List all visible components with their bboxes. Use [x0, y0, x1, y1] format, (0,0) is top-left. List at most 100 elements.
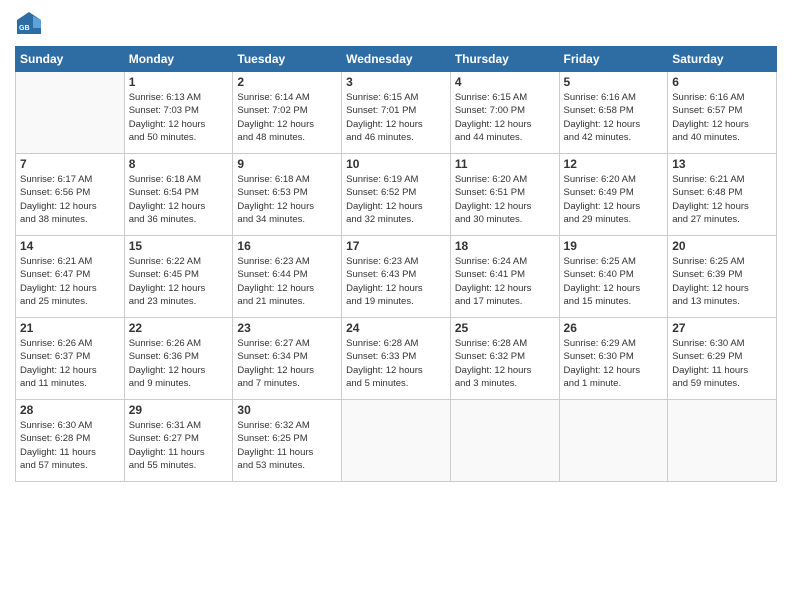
day-number: 12	[564, 157, 664, 171]
day-number: 11	[455, 157, 555, 171]
col-header-thursday: Thursday	[450, 47, 559, 72]
calendar-cell	[450, 400, 559, 482]
calendar-cell: 20Sunrise: 6:25 AM Sunset: 6:39 PM Dayli…	[668, 236, 777, 318]
day-info: Sunrise: 6:15 AM Sunset: 7:00 PM Dayligh…	[455, 91, 555, 144]
day-number: 25	[455, 321, 555, 335]
day-number: 3	[346, 75, 446, 89]
day-info: Sunrise: 6:26 AM Sunset: 6:37 PM Dayligh…	[20, 337, 120, 390]
calendar-cell: 12 Sunrise: 6:20 AM Sunset: 6:49 PM Dayli…	[559, 154, 668, 236]
calendar-cell: 9 Sunrise: 6:18 AM Sunset: 6:53 PM Daylig…	[233, 154, 342, 236]
calendar-cell: 15 Sunrise: 6:22 AM Sunset: 6:45 PM Dayli…	[124, 236, 233, 318]
calendar-week-4: 21 Sunrise: 6:26 AM Sunset: 6:37 PM Dayli…	[16, 318, 777, 400]
calendar-cell: 19Sunrise: 6:25 AM Sunset: 6:40 PM Dayli…	[559, 236, 668, 318]
day-info: Sunrise: 6:32 AM Sunset: 6:25 PM Dayligh…	[237, 419, 337, 472]
day-number: 8	[129, 157, 229, 171]
calendar-cell: 16 Sunrise: 6:23 AM Sunset: 6:44 PM Dayli…	[233, 236, 342, 318]
calendar-week-1: 1 Sunrise: 6:13 AM Sunset: 7:03 PM Daylig…	[16, 72, 777, 154]
calendar-cell: 13Sunrise: 6:21 AM Sunset: 6:48 PM Dayli…	[668, 154, 777, 236]
calendar-cell	[559, 400, 668, 482]
day-number: 21	[20, 321, 120, 335]
header: GB	[15, 10, 777, 38]
calendar-cell: 2 Sunrise: 6:14 AM Sunset: 7:02 PM Daylig…	[233, 72, 342, 154]
calendar-cell: 21 Sunrise: 6:26 AM Sunset: 6:37 PM Dayli…	[16, 318, 125, 400]
day-number: 10	[346, 157, 446, 171]
day-info: Sunrise: 6:27 AM Sunset: 6:34 PM Dayligh…	[237, 337, 337, 390]
calendar-cell: 11 Sunrise: 6:20 AM Sunset: 6:51 PM Dayli…	[450, 154, 559, 236]
day-info: Sunrise: 6:18 AM Sunset: 6:53 PM Dayligh…	[237, 173, 337, 226]
day-number: 7	[20, 157, 120, 171]
calendar-header-row: SundayMondayTuesdayWednesdayThursdayFrid…	[16, 47, 777, 72]
logo-icon: GB	[15, 10, 43, 38]
day-info: Sunrise: 6:20 AM Sunset: 6:51 PM Dayligh…	[455, 173, 555, 226]
calendar-cell: 3 Sunrise: 6:15 AM Sunset: 7:01 PM Daylig…	[342, 72, 451, 154]
calendar-cell	[668, 400, 777, 482]
day-info: Sunrise: 6:19 AM Sunset: 6:52 PM Dayligh…	[346, 173, 446, 226]
day-info: Sunrise: 6:20 AM Sunset: 6:49 PM Dayligh…	[564, 173, 664, 226]
day-number: 28	[20, 403, 120, 417]
day-number: 9	[237, 157, 337, 171]
day-number: 26	[564, 321, 664, 335]
calendar-cell	[342, 400, 451, 482]
day-info: Sunrise: 6:17 AM Sunset: 6:56 PM Dayligh…	[20, 173, 120, 226]
day-number: 4	[455, 75, 555, 89]
day-number: 27	[672, 321, 772, 335]
day-number: 14	[20, 239, 120, 253]
calendar-cell: 26Sunrise: 6:29 AM Sunset: 6:30 PM Dayli…	[559, 318, 668, 400]
day-number: 19	[564, 239, 664, 253]
calendar-week-2: 7 Sunrise: 6:17 AM Sunset: 6:56 PM Daylig…	[16, 154, 777, 236]
logo: GB	[15, 10, 47, 38]
day-number: 22	[129, 321, 229, 335]
calendar-cell: 14Sunrise: 6:21 AM Sunset: 6:47 PM Dayli…	[16, 236, 125, 318]
day-number: 6	[672, 75, 772, 89]
calendar-cell: 17Sunrise: 6:23 AM Sunset: 6:43 PM Dayli…	[342, 236, 451, 318]
calendar-cell: 1 Sunrise: 6:13 AM Sunset: 7:03 PM Daylig…	[124, 72, 233, 154]
day-info: Sunrise: 6:31 AM Sunset: 6:27 PM Dayligh…	[129, 419, 229, 472]
day-number: 1	[129, 75, 229, 89]
day-number: 15	[129, 239, 229, 253]
day-number: 13	[672, 157, 772, 171]
calendar-cell: 25 Sunrise: 6:28 AM Sunset: 6:32 PM Dayli…	[450, 318, 559, 400]
day-info: Sunrise: 6:13 AM Sunset: 7:03 PM Dayligh…	[129, 91, 229, 144]
day-info: Sunrise: 6:23 AM Sunset: 6:44 PM Dayligh…	[237, 255, 337, 308]
calendar-cell: 7 Sunrise: 6:17 AM Sunset: 6:56 PM Daylig…	[16, 154, 125, 236]
calendar-cell: 6 Sunrise: 6:16 AM Sunset: 6:57 PM Daylig…	[668, 72, 777, 154]
col-header-friday: Friday	[559, 47, 668, 72]
day-number: 29	[129, 403, 229, 417]
col-header-saturday: Saturday	[668, 47, 777, 72]
day-number: 16	[237, 239, 337, 253]
day-number: 20	[672, 239, 772, 253]
calendar-cell: 18 Sunrise: 6:24 AM Sunset: 6:41 PM Dayli…	[450, 236, 559, 318]
day-info: Sunrise: 6:30 AM Sunset: 6:28 PM Dayligh…	[20, 419, 120, 472]
calendar-cell: 5 Sunrise: 6:16 AM Sunset: 6:58 PM Daylig…	[559, 72, 668, 154]
col-header-sunday: Sunday	[16, 47, 125, 72]
day-info: Sunrise: 6:24 AM Sunset: 6:41 PM Dayligh…	[455, 255, 555, 308]
svg-text:GB: GB	[19, 25, 30, 32]
day-info: Sunrise: 6:28 AM Sunset: 6:33 PM Dayligh…	[346, 337, 446, 390]
day-number: 2	[237, 75, 337, 89]
calendar-cell: 28 Sunrise: 6:30 AM Sunset: 6:28 PM Dayli…	[16, 400, 125, 482]
calendar-table: SundayMondayTuesdayWednesdayThursdayFrid…	[15, 46, 777, 482]
calendar-cell	[16, 72, 125, 154]
day-info: Sunrise: 6:16 AM Sunset: 6:57 PM Dayligh…	[672, 91, 772, 144]
calendar-cell: 10 Sunrise: 6:19 AM Sunset: 6:52 PM Dayli…	[342, 154, 451, 236]
day-number: 17	[346, 239, 446, 253]
calendar-cell: 24 Sunrise: 6:28 AM Sunset: 6:33 PM Dayli…	[342, 318, 451, 400]
day-info: Sunrise: 6:26 AM Sunset: 6:36 PM Dayligh…	[129, 337, 229, 390]
calendar-cell: 27 Sunrise: 6:30 AM Sunset: 6:29 PM Dayli…	[668, 318, 777, 400]
day-info: Sunrise: 6:30 AM Sunset: 6:29 PM Dayligh…	[672, 337, 772, 390]
day-number: 5	[564, 75, 664, 89]
day-info: Sunrise: 6:18 AM Sunset: 6:54 PM Dayligh…	[129, 173, 229, 226]
day-info: Sunrise: 6:22 AM Sunset: 6:45 PM Dayligh…	[129, 255, 229, 308]
day-number: 18	[455, 239, 555, 253]
day-info: Sunrise: 6:14 AM Sunset: 7:02 PM Dayligh…	[237, 91, 337, 144]
col-header-tuesday: Tuesday	[233, 47, 342, 72]
calendar-week-5: 28 Sunrise: 6:30 AM Sunset: 6:28 PM Dayli…	[16, 400, 777, 482]
calendar-cell: 30Sunrise: 6:32 AM Sunset: 6:25 PM Dayli…	[233, 400, 342, 482]
calendar-cell: 4 Sunrise: 6:15 AM Sunset: 7:00 PM Daylig…	[450, 72, 559, 154]
day-number: 24	[346, 321, 446, 335]
calendar-cell: 23 Sunrise: 6:27 AM Sunset: 6:34 PM Dayli…	[233, 318, 342, 400]
day-info: Sunrise: 6:28 AM Sunset: 6:32 PM Dayligh…	[455, 337, 555, 390]
day-info: Sunrise: 6:16 AM Sunset: 6:58 PM Dayligh…	[564, 91, 664, 144]
day-number: 23	[237, 321, 337, 335]
day-info: Sunrise: 6:15 AM Sunset: 7:01 PM Dayligh…	[346, 91, 446, 144]
